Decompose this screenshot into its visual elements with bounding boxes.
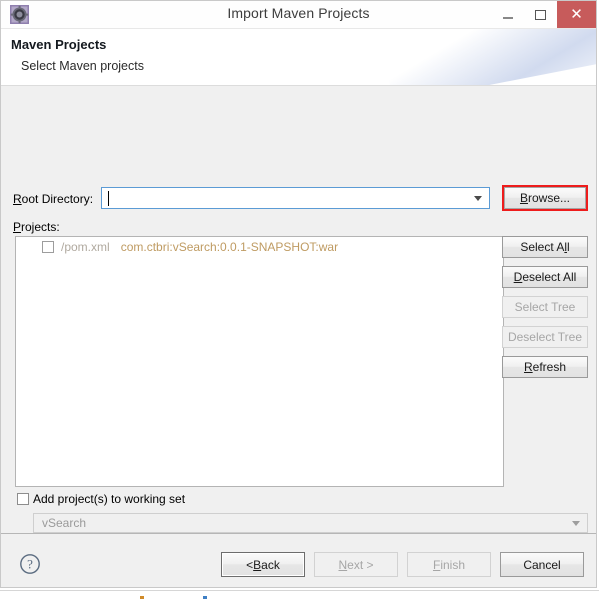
working-set-value: vSearch (42, 516, 87, 530)
page-subtitle: Select Maven projects (21, 59, 144, 73)
cancel-label: Cancel (523, 557, 561, 572)
help-circle-icon: ? (20, 554, 40, 574)
list-action-buttons: Select All Deselect All Select Tree Dese… (502, 236, 588, 378)
root-directory-label: Root Directory: (13, 192, 93, 206)
header-decoration (380, 29, 596, 85)
project-coordinates: com.ctbri:vSearch:0.0.1-SNAPSHOT:war (120, 240, 339, 254)
chevron-down-icon[interactable] (474, 196, 482, 201)
minimize-icon (502, 16, 513, 19)
projects-list[interactable]: /pom.xml com.ctbri:vSearch:0.0.1-SNAPSHO… (15, 236, 504, 487)
project-checkbox[interactable] (42, 241, 54, 253)
list-item[interactable]: /pom.xml com.ctbri:vSearch:0.0.1-SNAPSHO… (16, 237, 503, 257)
refresh-label: efresh (532, 360, 567, 374)
cancel-button[interactable]: Cancel (500, 552, 584, 577)
browse-button-highlight: Browse... (502, 185, 588, 211)
finish-mnemonic: F (432, 557, 441, 572)
import-maven-projects-dialog: Import Maven Projects ✕ Maven Projects S… (0, 0, 597, 588)
projects-label-text: rojects: (21, 220, 60, 234)
root-directory-label-text: oot Directory: (21, 192, 94, 206)
dialog-body: Root Directory: Browse... Projects: /pom… (1, 86, 596, 587)
root-directory-label-mnemonic: R (13, 192, 22, 206)
chevron-down-icon[interactable] (572, 521, 580, 526)
next-label: ext > (347, 557, 374, 572)
deselect-all-mnemonic: D (513, 270, 523, 284)
window-controls: ✕ (491, 1, 596, 28)
projects-label: Projects: (13, 220, 60, 234)
deselect-all-button[interactable]: Deselect All (502, 266, 588, 288)
finish-label: inish (440, 557, 466, 572)
text-caret (108, 191, 109, 206)
refresh-mnemonic: R (523, 360, 533, 374)
working-set-combo[interactable]: vSearch (33, 513, 588, 533)
browse-button-mnemonic: B (519, 191, 528, 205)
select-tree-label: Select Tree (514, 300, 576, 314)
select-all-button[interactable]: Select All (502, 236, 588, 258)
working-set-checkbox[interactable] (17, 493, 29, 505)
close-icon: ✕ (570, 6, 583, 23)
help-button[interactable]: ? (19, 553, 41, 575)
minimize-button[interactable] (491, 1, 524, 28)
maximize-button[interactable] (524, 1, 557, 28)
next-button[interactable]: Next > (314, 552, 398, 577)
title-bar: Import Maven Projects ✕ (1, 1, 596, 29)
deselect-tree-label: Deselect Tree (507, 330, 583, 344)
finish-button[interactable]: Finish (407, 552, 491, 577)
back-label-b: ack (261, 557, 280, 572)
browse-button[interactable]: Browse... (504, 187, 586, 209)
deselect-all-label: eselect All (522, 270, 577, 284)
page-title: Maven Projects (11, 37, 107, 52)
svg-text:?: ? (27, 557, 33, 572)
project-path: /pom.xml (61, 240, 110, 254)
deselect-tree-button[interactable]: Deselect Tree (502, 326, 588, 348)
next-mnemonic: N (338, 557, 348, 572)
select-all-label-a: Select A (520, 240, 565, 254)
maximize-icon (535, 9, 546, 20)
select-all-label-b: l (567, 240, 570, 254)
wizard-navigation-buttons: < Back Next > Finish Cancel (221, 552, 584, 577)
back-mnemonic: B (253, 557, 262, 572)
select-tree-button[interactable]: Select Tree (502, 296, 588, 318)
wizard-header: Maven Projects Select Maven projects (1, 29, 596, 86)
root-directory-input[interactable] (101, 187, 490, 209)
back-label-a: < (246, 557, 254, 572)
close-button[interactable]: ✕ (557, 1, 596, 28)
projects-label-mnemonic: P (13, 220, 22, 234)
refresh-button[interactable]: Refresh (502, 356, 588, 378)
browse-button-label: rowse... (528, 191, 571, 205)
working-set-label: Add project(s) to working set (33, 492, 186, 506)
back-button[interactable]: < Back (221, 552, 305, 577)
